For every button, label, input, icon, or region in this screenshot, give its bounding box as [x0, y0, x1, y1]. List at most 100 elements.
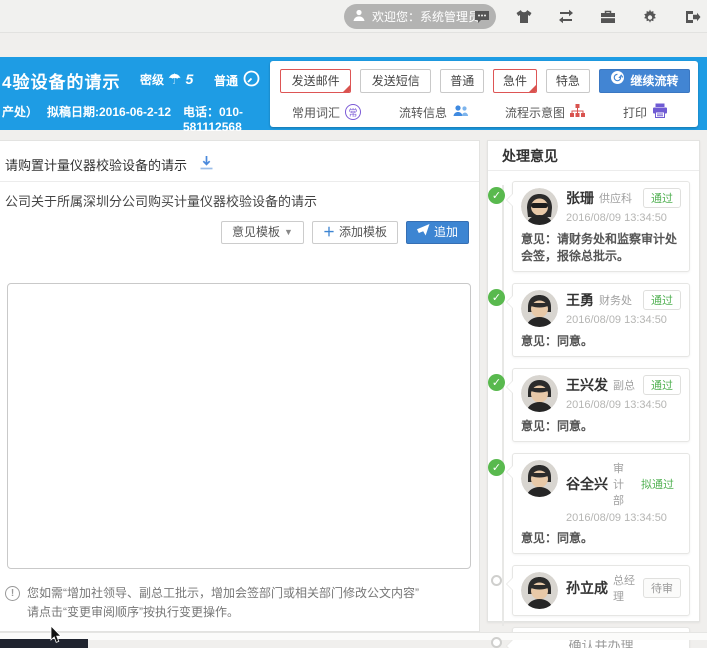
continue-flow-button[interactable]: 继续流转	[599, 69, 690, 93]
add-template-button[interactable]: ＋ 添加模板	[312, 221, 398, 244]
logout-icon[interactable]	[683, 8, 701, 26]
avatar	[521, 572, 558, 609]
umbrella-icon: ☂	[168, 70, 181, 88]
flow-info-link[interactable]: 流转信息	[399, 104, 469, 121]
opinions-timeline: ✓ 张珊 供应科 通过 2016/08/09 13:34:50	[488, 171, 699, 648]
urgent-priority-button[interactable]: 急件	[493, 69, 537, 93]
opinion-text: 意见：同意。	[521, 418, 681, 435]
pending-circle-icon	[491, 637, 502, 648]
sitemap-icon	[570, 104, 585, 121]
check-circle-icon: ✓	[488, 459, 505, 476]
urgency-label: 普通	[214, 72, 238, 89]
chevron-down-icon: ▼	[284, 222, 293, 243]
opinion-item: 孙立成 总经理 待审	[512, 565, 690, 616]
opinion-template-dropdown[interactable]: 意见模板 ▼	[221, 221, 304, 244]
opinions-title: 处理意见	[488, 141, 699, 171]
taskbar-fragment	[0, 639, 88, 648]
security-level-group: 密级 ☂ 5	[140, 70, 193, 88]
refresh-icon	[610, 70, 625, 92]
extra-urgent-button[interactable]: 特急	[546, 69, 590, 93]
approver-role: 审计部	[613, 460, 634, 508]
opinion-toolbar: 意见模板 ▼ ＋ 添加模板 追加	[221, 221, 469, 244]
security-level-value: 5	[185, 71, 193, 87]
attachment-row: 请购置计量仪器校验设备的请示	[5, 152, 467, 176]
flow-chart-link[interactable]: 流程示意图	[505, 104, 585, 121]
document-banner: 4验设备的请示 密级 ☂ 5 普通 产处） 拟稿日期:2016-06-2-12 …	[0, 57, 707, 130]
opinion-item: ✓ 王勇 财务处 通过 2016/08/09 13:34:50	[512, 283, 690, 357]
common-words-icon: 常	[345, 104, 361, 120]
oa-approval-page: 欢迎您：系统管理员 4验设备的请示 密级	[0, 0, 707, 648]
approver-name: 张珊	[566, 188, 594, 208]
status-badge: 通过	[643, 188, 681, 208]
avatar	[521, 375, 558, 412]
approver-role: 总经理	[613, 572, 643, 604]
briefcase-icon[interactable]	[599, 8, 617, 26]
plane-icon	[417, 222, 430, 243]
divider	[0, 181, 479, 182]
opinion-item: ✓ 谷全兴 审计部 拟通过 2016/08/09 13:34:50	[512, 453, 690, 554]
theme-shirt-icon[interactable]	[515, 8, 533, 26]
pending-circle-icon	[491, 575, 502, 586]
append-button[interactable]: 追加	[406, 221, 469, 244]
check-circle-icon: ✓	[488, 187, 505, 204]
download-icon[interactable]	[199, 155, 214, 174]
check-circle-icon: ✓	[488, 289, 505, 306]
opinion-text: 意见：同意。	[521, 333, 681, 350]
people-icon	[452, 104, 469, 121]
user-icon	[352, 8, 366, 25]
opinion-card[interactable]: 张珊 供应科 通过 2016/08/09 13:34:50 意见：请财务处和监察…	[512, 181, 690, 272]
welcome-text: 欢迎您：系统管理员	[372, 8, 480, 25]
phone-number: 电话：010-581112568	[183, 103, 265, 134]
urgency-group: 普通	[214, 70, 260, 90]
normal-priority-button[interactable]: 普通	[440, 69, 484, 93]
print-link[interactable]: 打印	[623, 103, 668, 121]
action-card: 发送邮件 发送短信 普通 急件 特急 继续流转 常用词汇 常 流转信	[270, 61, 698, 127]
note-line-2: 请点击“变更审阅顺序”按执行变更操作。	[27, 603, 469, 622]
approver-name: 孙立成	[566, 578, 608, 598]
opinion-textarea[interactable]	[7, 283, 471, 569]
opinion-text: 意见：请财务处和监察审计处会签，报徐总批示。	[521, 231, 681, 265]
mouse-cursor	[50, 626, 63, 648]
approval-date: 2016/08/09 13:34:50	[566, 512, 681, 524]
opinions-panel: 处理意见 ✓ 张珊 供应科 通过	[487, 140, 700, 622]
footer-note: ! 您如需“增加社领导、副总工批示，增加会签部门或相关部门修改公文内容” 请点击…	[27, 584, 469, 622]
common-words-link[interactable]: 常用词汇 常	[292, 104, 361, 121]
status-badge: 通过	[643, 375, 681, 395]
opinion-card[interactable]: 谷全兴 审计部 拟通过 2016/08/09 13:34:50 意见：同意。	[512, 453, 690, 554]
approver-name: 王勇	[566, 290, 594, 310]
approval-date: 2016/08/09 13:34:50	[566, 399, 681, 411]
approval-date: 2016/08/09 13:34:50	[566, 212, 681, 224]
plus-icon: ＋	[323, 222, 335, 243]
action-buttons-row: 发送邮件 发送短信 普通 急件 特急 继续流转	[280, 68, 690, 94]
send-sms-button[interactable]: 发送短信	[360, 69, 431, 93]
status-badge: 通过	[643, 290, 681, 310]
topbar: 欢迎您：系统管理员	[0, 0, 707, 33]
opinion-card[interactable]: 王勇 财务处 通过 2016/08/09 13:34:50 意见：同意。	[512, 283, 690, 357]
status-badge: 拟通过	[634, 475, 681, 493]
approver-name: 谷全兴	[566, 474, 608, 494]
attachment-link[interactable]: 请购置计量仪器校验设备的请示	[5, 155, 187, 174]
opinion-card[interactable]: 孙立成 总经理 待审	[512, 565, 690, 616]
status-badge: 待审	[643, 578, 681, 598]
send-mail-button[interactable]: 发送邮件	[280, 69, 351, 93]
switch-icon[interactable]	[557, 8, 575, 26]
clock-icon	[243, 70, 260, 90]
approver-role: 供应科	[599, 190, 643, 206]
printer-icon	[652, 103, 668, 121]
document-subject: 公司关于所属深圳分公司购买计量仪器校验设备的请示	[5, 191, 467, 210]
approver-name: 王兴发	[566, 375, 608, 395]
avatar	[521, 188, 558, 225]
opinion-item: ✓ 王兴发 副总 通过 2016/08/09 13:34:50	[512, 368, 690, 442]
meta-cut-text: 产处）	[2, 103, 38, 120]
approver-role: 财务处	[599, 292, 643, 308]
approver-role: 副总	[613, 377, 643, 393]
message-icon[interactable]	[473, 8, 491, 26]
approval-date: 2016/08/09 13:34:50	[566, 314, 681, 326]
note-line-1: 您如需“增加社领导、副总工批示，增加会签部门或相关部门修改公文内容”	[27, 584, 469, 603]
document-card: 请购置计量仪器校验设备的请示 公司关于所属深圳分公司购买计量仪器校验设备的请示 …	[0, 140, 480, 632]
info-icon: !	[5, 586, 20, 601]
bottom-strip	[0, 632, 707, 640]
settings-gear-icon[interactable]	[641, 8, 659, 26]
opinion-card[interactable]: 王兴发 副总 通过 2016/08/09 13:34:50 意见：同意。	[512, 368, 690, 442]
quick-links-row: 常用词汇 常 流转信息 流程示意图 打印	[284, 99, 690, 125]
